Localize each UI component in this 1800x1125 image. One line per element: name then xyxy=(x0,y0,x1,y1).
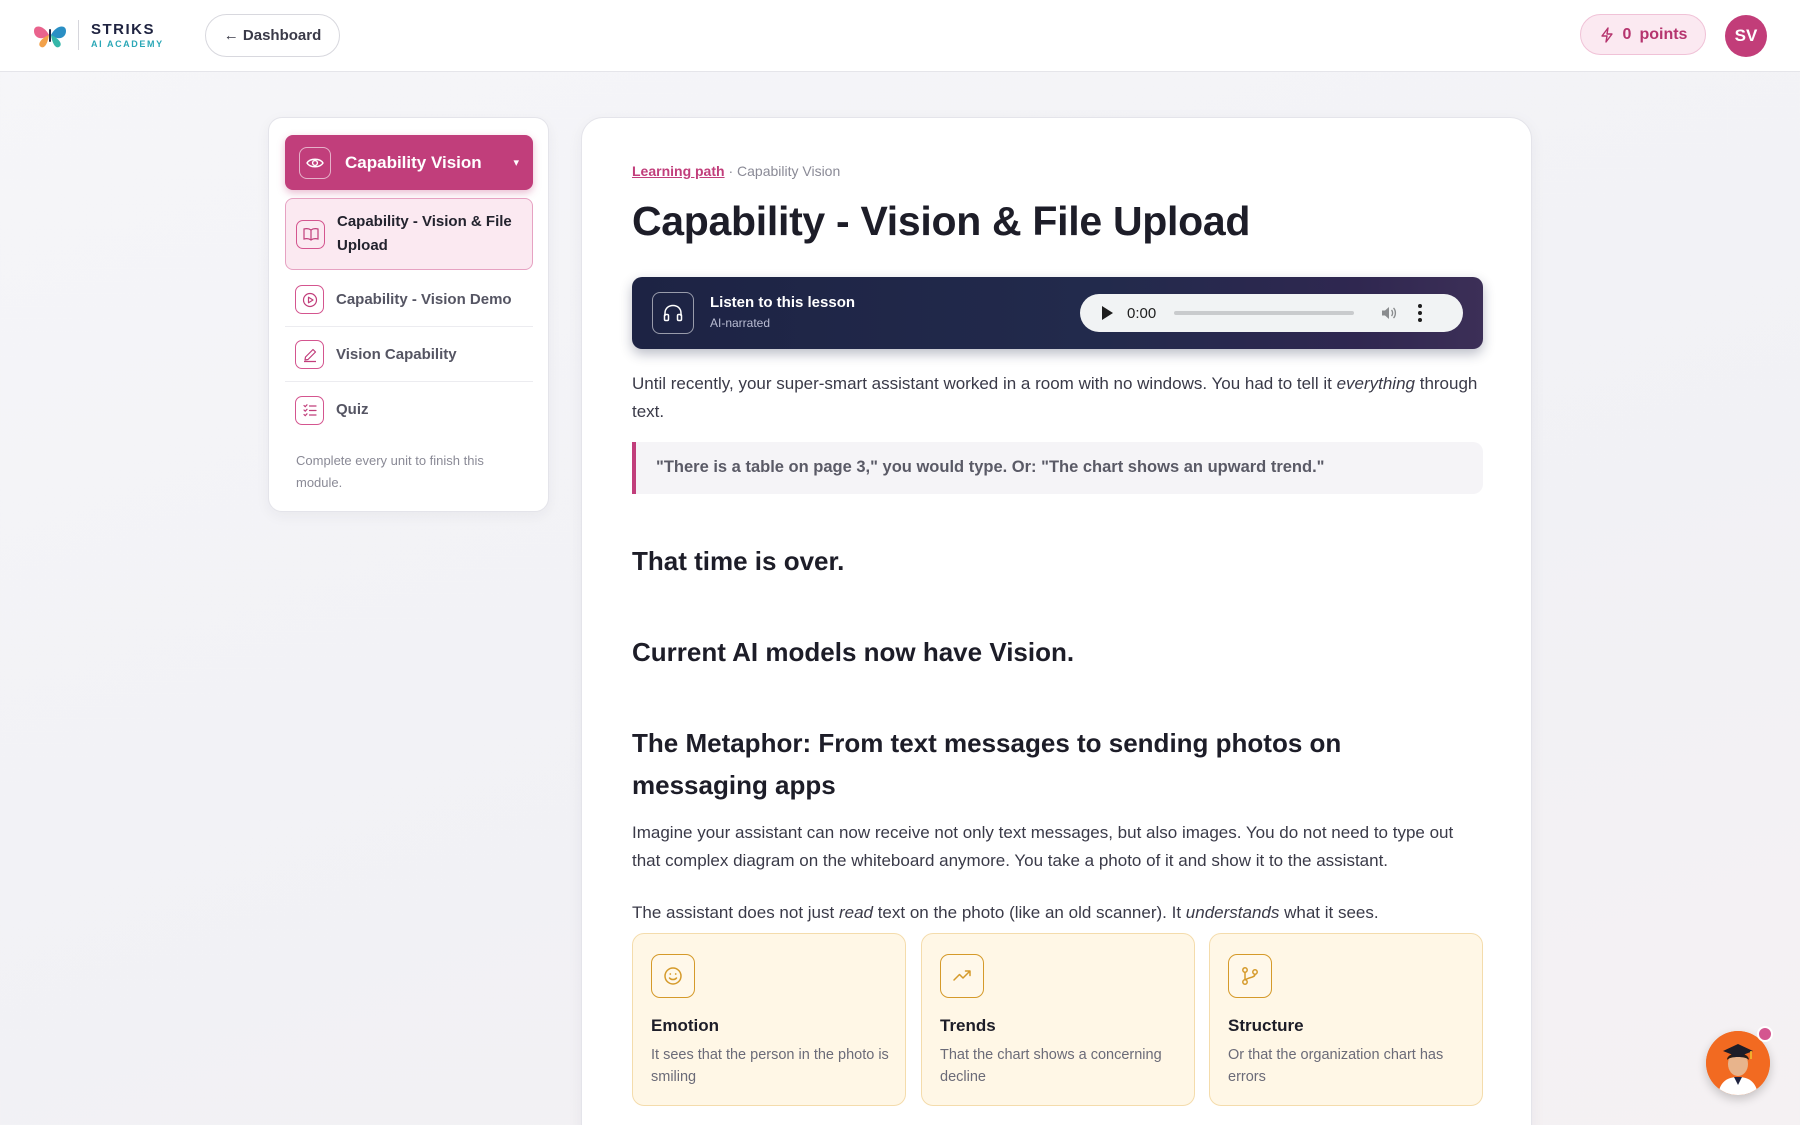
play-icon[interactable] xyxy=(1102,306,1113,320)
feature-card-trends: Trends That the chart shows a concerning… xyxy=(921,933,1195,1106)
user-avatar[interactable]: SV xyxy=(1725,15,1767,57)
page-title: Capability - Vision & File Upload xyxy=(632,198,1251,244)
understanding-paragraph: The assistant does not just read text on… xyxy=(632,899,1483,927)
breadcrumb-separator: · xyxy=(724,163,738,179)
sidebar-unit-quiz[interactable]: Quiz xyxy=(285,383,533,437)
trend-up-icon xyxy=(940,954,984,998)
sidebar-unit-label: Capability - Vision Demo xyxy=(336,290,512,308)
sidebar-unit-label: Capability - Vision & File Upload xyxy=(337,213,512,254)
feature-card-emotion: Emotion It sees that the person in the p… xyxy=(632,933,906,1106)
top-bar: STRIKS AI ACADEMY ← Dashboard 0 points S… xyxy=(0,0,1800,72)
dashboard-back-button[interactable]: ← Dashboard xyxy=(205,14,340,57)
brand-logo[interactable]: STRIKS AI ACADEMY xyxy=(32,20,164,50)
book-icon xyxy=(296,219,325,249)
para3-text-a: The assistant does not just xyxy=(632,903,839,922)
intro-text-a: Until recently, your super-smart assista… xyxy=(632,374,1337,393)
intro-paragraph: Until recently, your super-smart assista… xyxy=(632,370,1483,426)
audio-progress-slider[interactable] xyxy=(1174,311,1355,315)
brand-subtitle: AI ACADEMY xyxy=(91,38,164,49)
points-value: 0 xyxy=(1622,25,1632,43)
sidebar-unit-vision-capability[interactable]: Vision Capability xyxy=(285,328,533,382)
pencil-icon xyxy=(295,340,324,369)
more-options-icon[interactable] xyxy=(1418,304,1423,322)
chevron-down-icon: ▾ xyxy=(513,157,519,169)
para3-text-b: text on the photo (like an old scanner).… xyxy=(872,903,1186,922)
feature-description: It sees that the person in the photo is … xyxy=(651,1047,889,1085)
headphones-icon xyxy=(652,292,694,334)
brand-name: STRIKS xyxy=(91,20,156,38)
audio-subtitle: AI-narrated xyxy=(710,316,771,330)
sidebar-unit-vision-demo[interactable]: Capability - Vision Demo xyxy=(285,273,533,327)
play-circle-icon xyxy=(295,285,324,314)
module-sidebar: Capability Vision ▾ Capability - Vision … xyxy=(268,117,549,512)
module-dropdown[interactable]: Capability Vision ▾ xyxy=(285,135,533,190)
heading-models-vision: Current AI models now have Vision. xyxy=(632,637,1075,667)
feature-description: Or that the organization chart has error… xyxy=(1228,1047,1444,1085)
para3-emphasis-understands: understands xyxy=(1185,903,1280,922)
sidebar-unit-label: Quiz xyxy=(336,401,369,418)
audio-time: 0:00 xyxy=(1127,304,1157,322)
heading-time-over: That time is over. xyxy=(632,546,845,576)
lesson-card: Learning path · Capability Vision Capabi… xyxy=(581,117,1532,1125)
breadcrumb-learning-path-link[interactable]: Learning path xyxy=(632,163,725,179)
example-quote: "There is a table on page 3," you would … xyxy=(632,442,1483,494)
feature-title: Structure xyxy=(1228,1016,1304,1035)
sidebar-unit-label: Vision Capability xyxy=(336,345,457,363)
para3-emphasis-read: read xyxy=(838,903,873,922)
feature-card-structure: Structure Or that the organization chart… xyxy=(1209,933,1483,1106)
metaphor-paragraph: Imagine your assistant can now receive n… xyxy=(632,823,1454,870)
audio-lesson-panel: Listen to this lesson AI-narrated 0:00 xyxy=(632,277,1483,349)
butterfly-logo-icon xyxy=(34,26,66,48)
points-label: points xyxy=(1639,25,1688,43)
breadcrumb-current: Capability Vision xyxy=(737,163,841,179)
checklist-icon xyxy=(295,395,324,425)
para3-text-c: what it sees. xyxy=(1279,903,1379,922)
sidebar-unit-vision-file-upload[interactable]: Capability - Vision & File Upload xyxy=(285,198,533,270)
audio-title: Listen to this lesson xyxy=(710,294,856,311)
dashboard-back-label: ← Dashboard xyxy=(223,27,322,44)
heading-metaphor: The Metaphor: From text messages to send… xyxy=(632,728,1342,800)
module-title: Capability Vision xyxy=(345,152,482,172)
breadcrumb: Learning path · Capability Vision xyxy=(632,163,840,179)
volume-icon[interactable] xyxy=(1380,305,1398,321)
smile-icon xyxy=(651,954,695,998)
lightning-icon xyxy=(1600,26,1613,43)
notification-dot xyxy=(1757,1026,1773,1042)
logo-divider xyxy=(78,20,79,50)
avatar-initials: SV xyxy=(1734,26,1758,45)
points-badge[interactable]: 0 points xyxy=(1580,14,1706,55)
feature-title: Trends xyxy=(940,1016,996,1035)
feature-description: That the chart shows a concerning declin… xyxy=(940,1047,1162,1085)
branch-icon xyxy=(1228,954,1272,998)
intro-emphasis: everything xyxy=(1336,374,1415,393)
eye-icon xyxy=(299,146,331,179)
feature-title: Emotion xyxy=(651,1016,719,1035)
audio-player: 0:00 xyxy=(1080,294,1463,332)
sidebar-completion-note: Complete every unit to finish this modul… xyxy=(296,453,484,490)
